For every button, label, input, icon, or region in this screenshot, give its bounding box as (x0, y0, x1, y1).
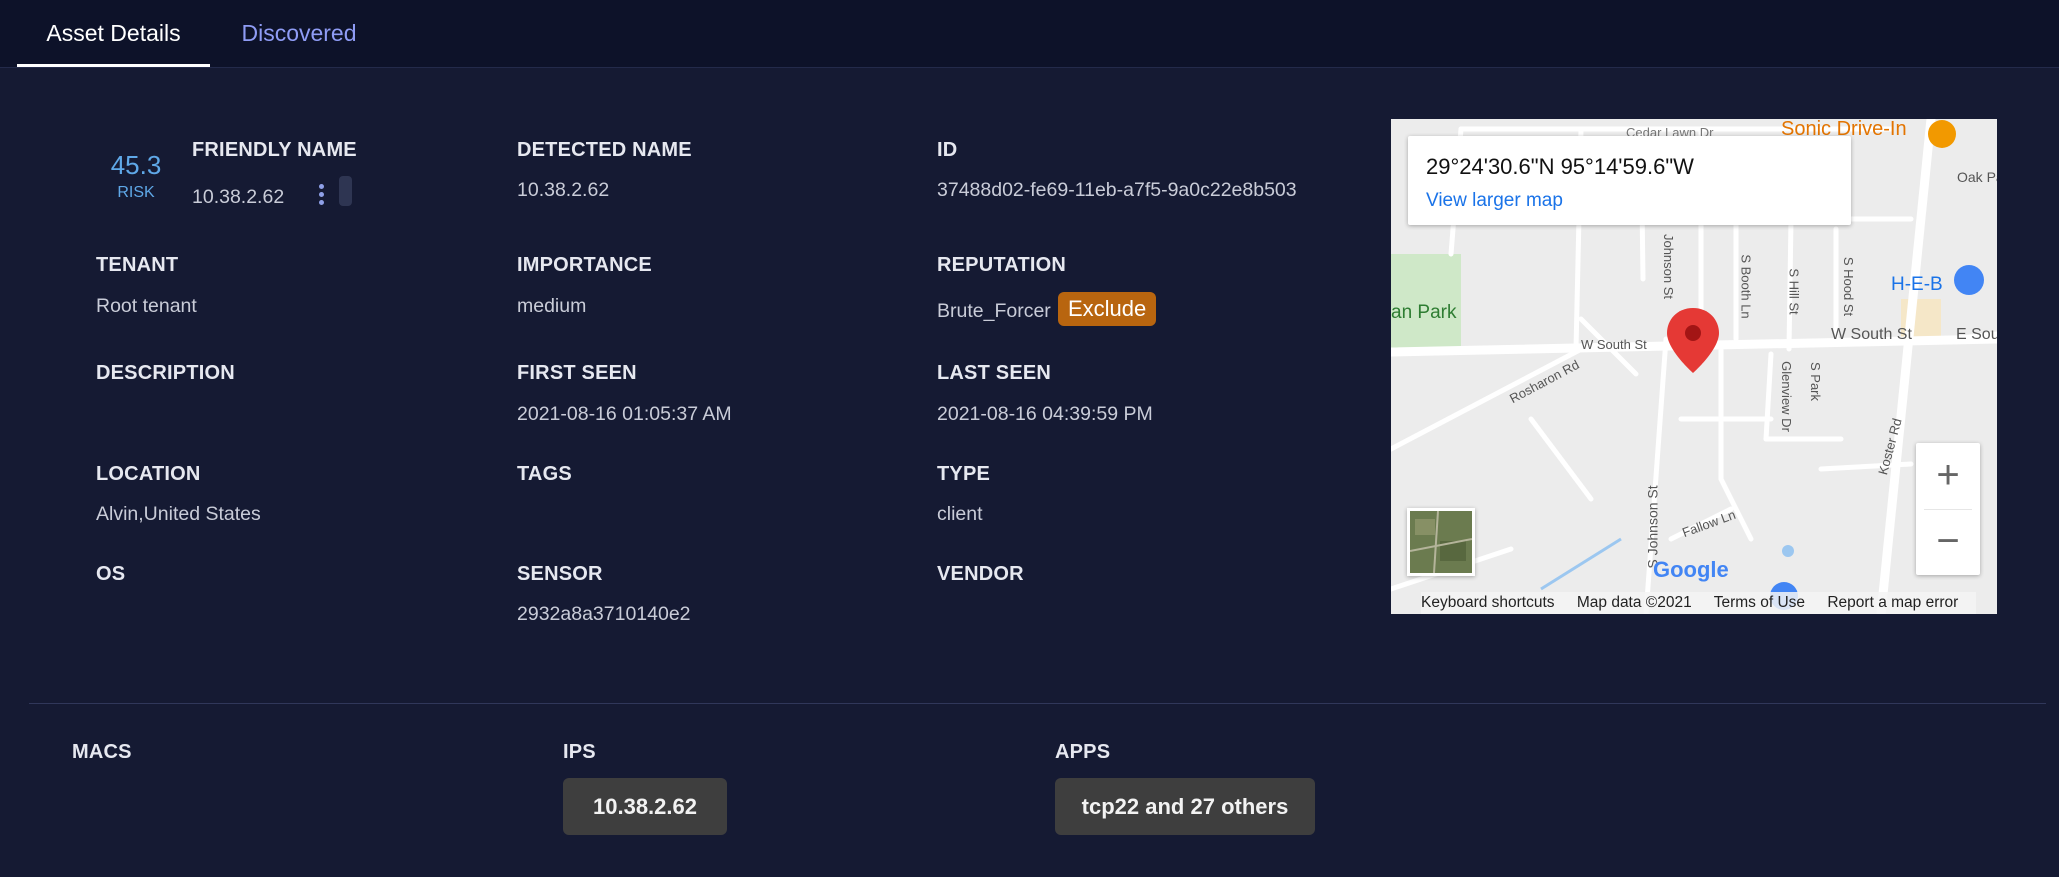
terms-of-use-link[interactable]: Terms of Use (1714, 594, 1805, 611)
map-label-s-park: S Park (1808, 361, 1824, 402)
apps-label: APPS (1055, 741, 1111, 763)
map-label-s-hood: S Hood St (1841, 256, 1857, 317)
map-label-s-hill: S Hill St (1786, 268, 1802, 315)
apps-chip[interactable]: tcp22 and 27 others (1055, 778, 1315, 835)
section-divider (29, 703, 2046, 704)
sensor-value: 2932a8a3710140e2 (517, 603, 691, 625)
map-label-glenview: Glenview Dr (1778, 361, 1794, 432)
tab-asset-details[interactable]: Asset Details (17, 0, 210, 67)
tab-discovered[interactable]: Discovered (210, 0, 388, 67)
id-value: 37488d02-fe69-11eb-a7f5-9a0c22e8b503 (937, 179, 1297, 201)
importance-label: IMPORTANCE (517, 254, 652, 276)
risk-label: RISK (117, 184, 155, 201)
location-map[interactable]: Cedar Lawn Dr Sonic Drive-In Oak Pa an P… (1391, 119, 1997, 614)
ip-chip[interactable]: 10.38.2.62 (563, 778, 727, 835)
map-zoom-controls: + − (1916, 443, 1980, 575)
macs-label: MACS (72, 741, 132, 763)
map-label-s-booth: S Booth Ln (1738, 254, 1754, 319)
risk-score: 45.3 (110, 150, 162, 180)
detected-name-value: 10.38.2.62 (517, 179, 610, 201)
map-label-heb: H-E-B (1891, 274, 1943, 295)
tenant-label: TENANT (96, 254, 179, 276)
reputation-value: Brute_Forcer (937, 300, 1051, 322)
map-label-w-south-st-right: W South St (1831, 326, 1912, 343)
last-seen-value: 2021-08-16 04:39:59 PM (937, 403, 1153, 425)
friendly-name-label: FRIENDLY NAME (192, 139, 357, 161)
vendor-label: VENDOR (937, 563, 1024, 585)
map-label-oak: Oak Pa (1957, 169, 1997, 185)
map-coordinates: 29°24'30.6"N 95°14'59.6"W (1426, 154, 1694, 179)
tags-label: TAGS (517, 463, 572, 485)
description-label: DESCRIPTION (96, 362, 235, 384)
detected-name-label: DETECTED NAME (517, 139, 692, 161)
map-data-text: Map data ©2021 (1576, 594, 1692, 611)
os-label: OS (96, 563, 126, 585)
report-map-error-link[interactable]: Report a map error (1827, 594, 1958, 611)
satellite-thumbnail-icon (1410, 511, 1472, 573)
last-seen-label: LAST SEEN (937, 362, 1052, 384)
edit-handle[interactable] (339, 176, 352, 206)
first-seen-value: 2021-08-16 01:05:37 AM (517, 403, 732, 425)
zoom-in-button[interactable]: + (1916, 443, 1980, 509)
reputation-label: REPUTATION (937, 254, 1067, 276)
zoom-out-button[interactable]: − (1916, 509, 1980, 575)
map-info-card: 29°24'30.6"N 95°14'59.6"W View larger ma… (1408, 136, 1851, 225)
type-value: client (937, 503, 983, 525)
ips-label: IPS (563, 741, 596, 763)
exclude-badge[interactable]: Exclude (1058, 292, 1157, 326)
more-options-icon[interactable] (312, 184, 330, 208)
tab-bar: Asset Details Discovered (0, 0, 2059, 68)
google-logo: Google (1653, 557, 1729, 582)
map-label-park: an Park (1391, 302, 1457, 323)
friendly-name-value: 10.38.2.62 (192, 186, 285, 208)
satellite-toggle[interactable] (1407, 508, 1475, 576)
location-label: LOCATION (96, 463, 201, 485)
sensor-label: SENSOR (517, 563, 603, 585)
map-label-johnson-st: Johnson St (1661, 233, 1677, 300)
view-larger-map-link[interactable]: View larger map (1426, 190, 1563, 212)
keyboard-shortcuts-link[interactable]: Keyboard shortcuts (1421, 594, 1555, 611)
location-value: Alvin,United States (96, 503, 261, 525)
type-label: TYPE (937, 463, 991, 485)
id-label: ID (937, 139, 958, 161)
map-label-e-sou: E Sou (1956, 326, 1997, 343)
tenant-value: Root tenant (96, 295, 197, 317)
map-footer: Keyboard shortcuts Map data ©2021 Terms … (1421, 592, 1977, 614)
importance-value: medium (517, 295, 587, 317)
first-seen-label: FIRST SEEN (517, 362, 637, 384)
map-label-w-south-st-left: W South St (1581, 337, 1647, 352)
